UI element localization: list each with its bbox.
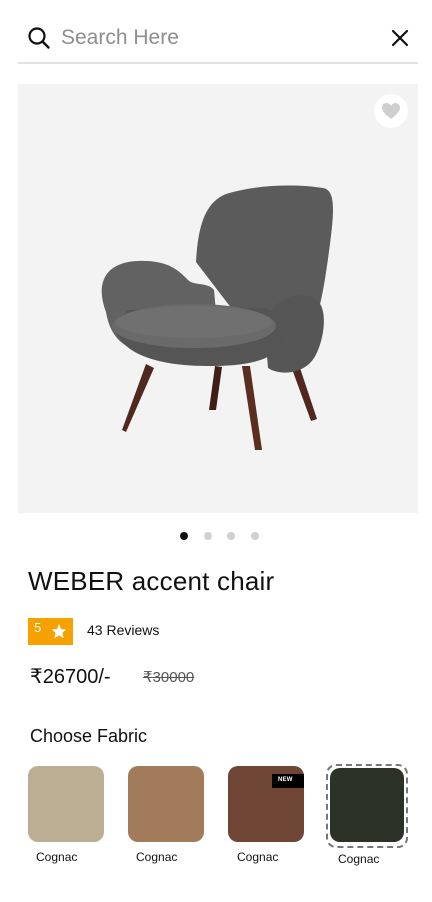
fabric-swatch-1[interactable] [28, 766, 104, 842]
price: ₹26700/- [30, 666, 111, 688]
product-image[interactable] [18, 84, 418, 513]
carousel-dot-2[interactable] [204, 532, 212, 540]
fabric-swatch-3[interactable]: NEW [228, 766, 304, 842]
heart-icon [382, 103, 400, 119]
fabric-label-1: Cognac [36, 850, 78, 864]
fabric-swatch-2[interactable] [128, 766, 204, 842]
product-title: WEBER accent chair [28, 566, 275, 596]
search-icon[interactable] [27, 26, 51, 50]
fabric-swatch-4[interactable] [330, 768, 404, 842]
star-icon [51, 624, 67, 639]
carousel-dot-4[interactable] [251, 532, 259, 540]
reviews-link[interactable]: 43 Reviews [87, 622, 159, 638]
chair-image [101, 185, 334, 450]
old-price: ₹30000 [143, 669, 195, 686]
rating-badge: 5 [28, 618, 73, 645]
new-badge: NEW [272, 774, 304, 788]
close-icon[interactable] [390, 28, 410, 48]
fabric-heading: Choose Fabric [30, 726, 148, 746]
carousel-dot-1[interactable] [180, 532, 188, 540]
fabric-label-4: Cognac [338, 852, 380, 866]
carousel-dot-3[interactable] [227, 532, 235, 540]
wishlist-button[interactable] [374, 94, 408, 128]
fabric-label-2: Cognac [136, 850, 178, 864]
rating-value: 5 [34, 620, 42, 635]
search-bar [18, 14, 418, 64]
search-input[interactable] [61, 24, 371, 52]
fabric-label-3: Cognac [237, 850, 279, 864]
